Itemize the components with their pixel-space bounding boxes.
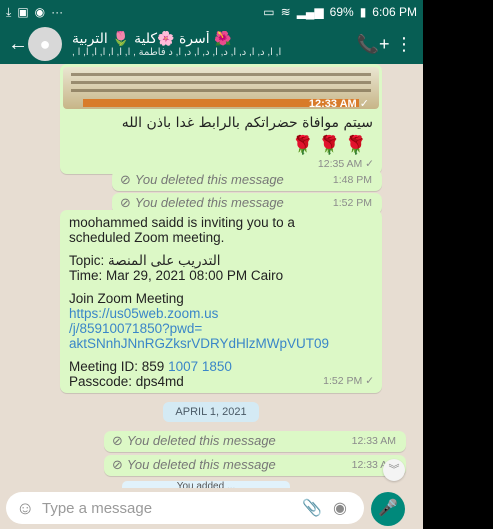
message-time: 1:52 PM ✓ xyxy=(323,375,374,387)
image-message[interactable]: 12:33 AM ✓ سيتم موافاة حضراتكم بالرابط غ… xyxy=(60,64,382,174)
ban-icon: ⊘ xyxy=(120,195,131,210)
emoji-icon[interactable]: ☺ xyxy=(16,498,42,519)
wifi-icon: ≋ xyxy=(280,5,291,19)
zoom-meeting-id: Meeting ID: 859 1007 1850 xyxy=(69,359,373,374)
deleted-text: You deleted this message xyxy=(126,457,276,472)
deleted-message[interactable]: ⊘ You deleted this message 1:48 PM xyxy=(112,170,382,191)
ban-icon: ⊘ xyxy=(112,433,123,448)
zoom-invite-message[interactable]: moohammed saidd is inviting you to a sch… xyxy=(60,210,382,393)
more-dots-icon: ··· xyxy=(51,5,64,19)
message-input[interactable] xyxy=(42,499,298,517)
gallery-icon: ▣ xyxy=(17,5,29,19)
zoom-line-2: scheduled Zoom meeting. xyxy=(69,230,225,245)
battery-icon: ▮ xyxy=(359,5,367,19)
scroll-down-icon[interactable]: ︾ xyxy=(383,459,405,481)
image-time: 12:33 AM ✓ xyxy=(308,98,369,109)
more-menu-icon[interactable]: ⋮ xyxy=(393,34,415,55)
message-time: 1:52 PM xyxy=(332,197,372,209)
whatsapp-icon: ◉ xyxy=(34,5,46,19)
whatsapp-screen: ⤓ ▣ ◉ ··· ▭ ≋ ▂▄▆ 69% ▮ 6:06 PM ← ● أسرة… xyxy=(0,0,423,529)
status-bar: ⤓ ▣ ◉ ··· ▭ ≋ ▂▄▆ 69% ▮ 6:06 PM xyxy=(0,0,423,24)
deleted-message[interactable]: ⊘ You deleted this message 12:33 AM xyxy=(104,431,406,452)
signal-icon: ▂▄▆ xyxy=(296,5,324,19)
deleted-text: You deleted this message xyxy=(134,172,284,187)
deleted-message[interactable]: ⊘ You deleted this message 12:33 AM xyxy=(104,455,406,476)
message-time: 12:33 AM xyxy=(351,435,396,447)
image-thumbnail[interactable]: 12:33 AM ✓ xyxy=(63,67,379,109)
status-time: 6:06 PM xyxy=(372,5,417,19)
chat-title: أسرة 🌸كلية 🌷 التربية 🌺 xyxy=(72,30,232,47)
back-arrow-icon[interactable]: ← xyxy=(8,33,28,56)
message-input-box[interactable]: ☺ 📎 ◉ xyxy=(6,492,364,524)
zoom-join-label: Join Zoom Meeting xyxy=(69,291,184,306)
ban-icon: ⊘ xyxy=(120,172,131,187)
download-icon: ⤓ xyxy=(6,5,12,19)
chat-participants: , ا, ا, د, ا, د, ا, د, ا, د, ا, د, ا, د … xyxy=(72,46,282,58)
zoom-link-part-2[interactable]: /j/85910071850?pwd= xyxy=(69,321,373,336)
zoom-topic: Topic: التدريب على المنصة xyxy=(69,253,221,268)
cast-icon: ▭ xyxy=(263,5,275,19)
meeting-id-link[interactable]: 1007 1850 xyxy=(168,359,232,374)
ban-icon: ⊘ xyxy=(112,457,123,472)
zoom-line-1: moohammed saidd is inviting you to a xyxy=(69,215,295,230)
date-badge: APRIL 1, 2021 xyxy=(163,402,259,422)
message-list[interactable]: 12:33 AM ✓ سيتم موافاة حضراتكم بالرابط غ… xyxy=(0,64,423,495)
camera-icon[interactable]: ◉ xyxy=(326,498,354,518)
zoom-time: Time: Mar 29, 2021 08:00 PM Cairo xyxy=(69,268,284,283)
meeting-id-label: Meeting ID: 859 xyxy=(69,359,169,374)
arabic-message-text: سيتم موافاة حضراتكم بالرابط غدا باذن الل… xyxy=(121,115,373,131)
input-bar: ☺ 📎 ◉ 🎤 xyxy=(0,488,423,529)
zoom-link-part-1[interactable]: https://us05web.zoom.us xyxy=(69,306,373,321)
group-icon: ● xyxy=(39,33,51,54)
message-time: 12:35 AM ✓ xyxy=(317,158,374,170)
rose-emoji: 🌹🌹🌹 xyxy=(291,135,371,155)
deleted-text: You deleted this message xyxy=(126,433,276,448)
attach-icon[interactable]: 📎 xyxy=(298,498,326,518)
deleted-text: You deleted this message xyxy=(134,195,284,210)
message-time: 1:48 PM xyxy=(332,174,372,186)
battery-percent: 69% xyxy=(329,5,354,19)
add-call-icon[interactable]: 📞+ xyxy=(353,34,393,55)
chat-header: ← ● أسرة 🌸كلية 🌷 التربية 🌺 , ا, ا, د, ا,… xyxy=(0,24,423,64)
chat-title-area[interactable]: أسرة 🌸كلية 🌷 التربية 🌺 , ا, ا, د, ا, د, … xyxy=(72,31,353,58)
group-avatar[interactable]: ● xyxy=(28,27,62,61)
zoom-link-part-3[interactable]: aktSNnhJNnRGZksrVDRYdHlzMWpVUT09 xyxy=(69,336,373,351)
black-margin xyxy=(423,0,493,529)
mic-icon[interactable]: 🎤 xyxy=(371,492,405,526)
